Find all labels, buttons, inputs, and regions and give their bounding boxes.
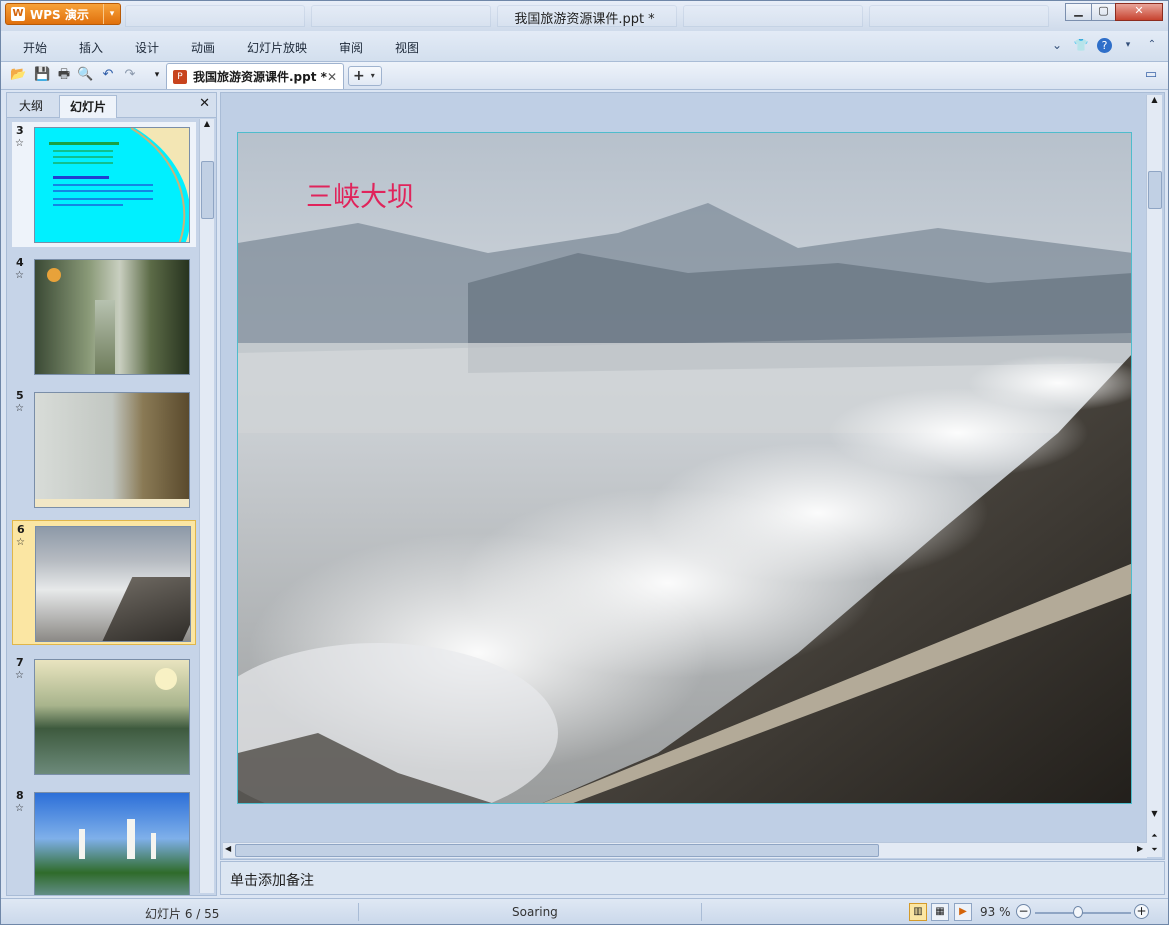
redo-icon[interactable]: ↷ <box>122 67 138 83</box>
customize-toolbar-icon[interactable]: ▾ <box>149 67 165 83</box>
slide-preview-graphic <box>49 128 189 242</box>
slide-editor: 三峡大坝 ▲ ▼ ⏶ ⏷ ◀ ▶ <box>220 92 1165 860</box>
slide-preview <box>34 127 190 243</box>
slide-sorter-view-icon[interactable]: ▦ <box>931 903 949 921</box>
panel-layout-icon[interactable]: ▭ <box>1143 67 1159 83</box>
scroll-up-arrow[interactable]: ▲ <box>200 119 214 131</box>
quick-access-toolbar: 📂 💾 🖶 🔍 ↶ ↷ ▾ P 我国旅游资源课件.ppt * ✕ + ▾ ▭ <box>1 62 1168 90</box>
slide-number: 4 <box>16 256 24 269</box>
zoom-in-button[interactable]: + <box>1134 904 1149 919</box>
help-icon[interactable]: ? <box>1097 37 1112 53</box>
slides-panel: 大纲 幻灯片 ✕ 3 ☆ 4 ☆ 5 ☆ 6 ☆ 7 ☆ 8 ☆ ▲ <box>6 92 217 896</box>
document-tab[interactable]: P 我国旅游资源课件.ppt * ✕ <box>166 63 344 89</box>
window-title: 我国旅游资源课件.ppt * <box>514 12 655 27</box>
open-folder-icon[interactable]: 📂 <box>10 67 26 83</box>
animation-star-icon: ☆ <box>15 670 24 681</box>
slide-preview <box>34 259 190 375</box>
menu-view[interactable]: 视图 <box>395 39 419 56</box>
slide-preview <box>34 792 190 895</box>
undo-icon[interactable]: ↶ <box>100 67 116 83</box>
tab-outline[interactable]: 大纲 <box>9 95 53 117</box>
status-separator <box>358 903 359 921</box>
zoom-slider-thumb[interactable] <box>1073 906 1083 918</box>
close-button[interactable]: ✕ <box>1115 3 1163 21</box>
panel-tabs: 大纲 幻灯片 ✕ <box>7 93 216 118</box>
document-tab-label: 我国旅游资源课件.ppt * <box>193 70 327 84</box>
menu-right-controls: ⌄ 👕 ? ▾ ⌃ <box>1049 37 1160 53</box>
print-preview-icon[interactable]: 🔍 <box>77 67 93 83</box>
print-icon[interactable]: 🖶 <box>56 67 72 83</box>
slide-number: 7 <box>16 656 24 669</box>
notes-placeholder[interactable]: 单击添加备注 <box>230 870 314 890</box>
new-tab-button[interactable]: + ▾ <box>348 66 382 86</box>
slide-thumbnail-6[interactable]: 6 ☆ <box>12 520 196 645</box>
previous-slide-icon[interactable]: ⏶ <box>1147 831 1162 843</box>
slide-thumbnail-8[interactable]: 8 ☆ <box>12 787 196 895</box>
status-bar: 幻灯片 6 / 55 Soaring ▥ ▦ ▶ 93 % − + <box>1 898 1168 924</box>
scroll-thumb[interactable] <box>235 844 879 857</box>
scroll-left-arrow[interactable]: ◀ <box>225 844 231 853</box>
menu-home[interactable]: 开始 <box>23 39 47 56</box>
menu-animation[interactable]: 动画 <box>191 39 215 56</box>
scroll-thumb[interactable] <box>1148 171 1162 209</box>
animation-star-icon: ☆ <box>15 803 24 814</box>
wps-presentation-window: W WPS 演示 ▾ 我国旅游资源课件.ppt * ▁ ▢ ✕ 开始 插入 设计… <box>0 0 1169 925</box>
menu-design[interactable]: 设计 <box>135 39 159 56</box>
close-tab-icon[interactable]: ✕ <box>327 70 337 84</box>
slides-panel-scrollbar[interactable]: ▲ <box>199 119 214 893</box>
animation-star-icon: ☆ <box>15 403 24 414</box>
help-dropdown-icon[interactable]: ▾ <box>1120 37 1136 53</box>
next-slide-icon[interactable]: ⏷ <box>1147 845 1162 857</box>
slide-preview <box>34 392 190 508</box>
menu-slideshow[interactable]: 幻灯片放映 <box>247 39 307 56</box>
status-separator <box>701 903 702 921</box>
zoom-out-button[interactable]: − <box>1016 904 1031 919</box>
close-panel-icon[interactable]: ✕ <box>199 96 210 111</box>
slide-thumbnail-7[interactable]: 7 ☆ <box>12 654 196 779</box>
animation-star-icon: ☆ <box>15 270 24 281</box>
notes-pane[interactable]: 单击添加备注 <box>220 861 1165 895</box>
three-gorges-dam-photo <box>238 133 1131 803</box>
menu-bar: 开始 插入 设计 动画 幻灯片放映 审阅 视图 ⌄ 👕 ? ▾ ⌃ <box>1 31 1168 62</box>
zoom-level: 93 % <box>980 905 1011 919</box>
slide-thumbnail-4[interactable]: 4 ☆ <box>12 254 196 379</box>
slide-title[interactable]: 三峡大坝 <box>306 175 414 214</box>
tab-slides[interactable]: 幻灯片 <box>59 95 118 118</box>
slide-number: 8 <box>16 789 24 802</box>
current-slide[interactable]: 三峡大坝 <box>237 132 1132 804</box>
scroll-up-arrow[interactable]: ▲ <box>1147 95 1162 107</box>
slide-number: 5 <box>16 389 24 402</box>
scroll-down-arrow[interactable]: ▼ <box>1147 809 1162 821</box>
chevron-down-icon[interactable]: ▾ <box>371 71 375 80</box>
slide-thumbnail-3[interactable]: 3 ☆ <box>12 122 196 247</box>
menu-review[interactable]: 审阅 <box>339 39 363 56</box>
editor-vertical-scrollbar[interactable]: ▲ ▼ ⏶ ⏷ <box>1146 95 1162 857</box>
theme-name: Soaring <box>512 905 558 919</box>
animation-star-icon: ☆ <box>15 138 24 149</box>
menu-insert[interactable]: 插入 <box>79 39 103 56</box>
normal-view-icon[interactable]: ▥ <box>909 903 927 921</box>
slide-thumbnail-list: 3 ☆ 4 ☆ 5 ☆ 6 ☆ 7 ☆ 8 ☆ <box>7 118 198 895</box>
editor-horizontal-scrollbar[interactable]: ◀ ▶ <box>223 842 1147 858</box>
animation-star-icon: ☆ <box>16 537 25 548</box>
save-icon[interactable]: 💾 <box>34 67 50 83</box>
skin-shirt-icon[interactable]: 👕 <box>1073 37 1089 53</box>
maximize-button[interactable]: ▢ <box>1091 3 1116 21</box>
slide-thumbnail-5[interactable]: 5 ☆ <box>12 387 196 512</box>
slide-preview <box>34 659 190 775</box>
collapse-ribbon-icon[interactable]: ⌃ <box>1144 37 1160 53</box>
zoom-slider-track[interactable] <box>1035 912 1131 914</box>
slide-number: 3 <box>16 124 24 137</box>
slide-counter: 幻灯片 6 / 55 <box>145 907 220 921</box>
title-bar: W WPS 演示 ▾ 我国旅游资源课件.ppt * ▁ ▢ ✕ <box>1 1 1168 31</box>
minimize-button[interactable]: ▁ <box>1065 3 1092 21</box>
scroll-thumb[interactable] <box>201 161 214 219</box>
slideshow-view-icon[interactable]: ▶ <box>954 903 972 921</box>
scroll-right-arrow[interactable]: ▶ <box>1137 844 1143 853</box>
slide-number: 6 <box>17 523 25 536</box>
ppt-file-icon: P <box>173 69 187 84</box>
chevron-down-icon[interactable]: ⌄ <box>1049 37 1065 53</box>
slide-preview <box>35 526 191 642</box>
